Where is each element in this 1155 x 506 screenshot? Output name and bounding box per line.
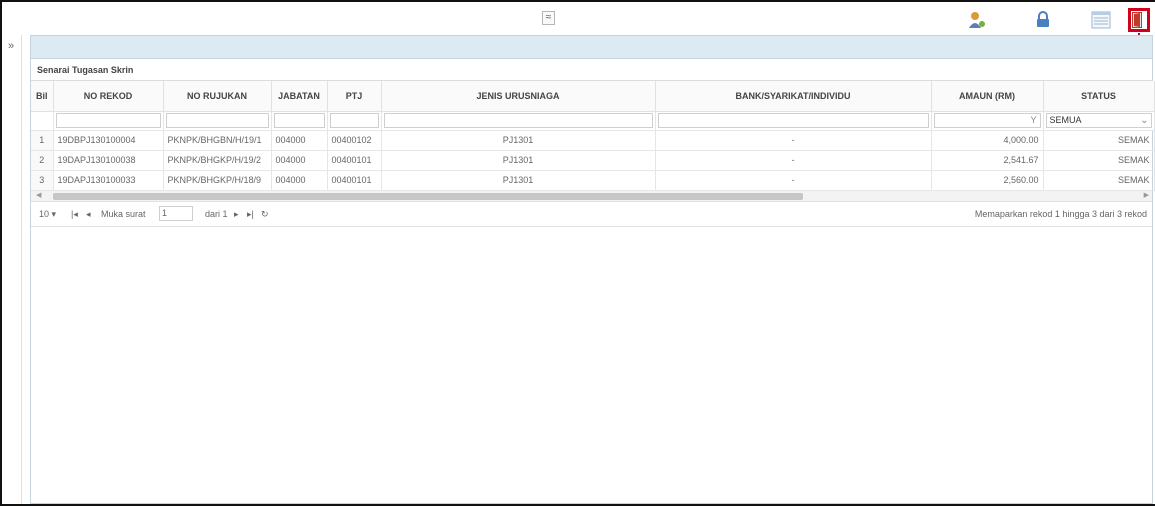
cell-ptj: 00400102 <box>327 130 382 151</box>
filter-cell-bil <box>31 111 54 131</box>
last-page-icon[interactable]: ▸| <box>247 209 254 220</box>
cell-jenis-urusniaga: PJ1301 <box>381 170 656 191</box>
pagination-bar: 10 ▾ |◂ ◂ Muka surat 1 dari 1 ▸ ▸| ↻ Mem… <box>31 202 1152 227</box>
cell-amaun: 2,541.67 <box>931 150 1044 171</box>
cell-status: SEMAK <box>1043 130 1155 151</box>
column-header-amaun[interactable]: AMAUN (RM) <box>931 81 1044 112</box>
record-count-info: Memaparkan rekod 1 hingga 3 dari 3 rekod <box>974 208 1147 219</box>
cell-jenis-urusniaga: PJ1301 <box>381 150 656 171</box>
filter-ptj[interactable] <box>327 111 382 131</box>
cell-bank: - <box>655 150 932 171</box>
cell-amaun: 4,000.00 <box>931 130 1044 151</box>
column-header-jenis-urusniaga[interactable]: JENIS URUSNIAGA <box>381 81 656 112</box>
status-filter-value: SEMUA <box>1049 115 1082 125</box>
column-header-no-rujukan[interactable]: NO RUJUKAN <box>163 81 272 112</box>
filter-jenis[interactable] <box>381 111 656 131</box>
filter-no-rujukan[interactable] <box>163 111 272 131</box>
next-page-icon[interactable]: ▸ <box>234 209 239 220</box>
column-header-ptj[interactable]: PTJ <box>327 81 382 112</box>
filter-amaun[interactable]: Y <box>931 111 1044 131</box>
filter-bank[interactable] <box>655 111 932 131</box>
page-size-select[interactable]: 10 ▾ <box>39 209 56 220</box>
cell-jabatan: 004000 <box>271 170 328 191</box>
table-row[interactable]: 3 19DAPJ130100033 PKNPK/BHGKP/H/18/9 004… <box>31 170 1155 191</box>
cell-status: SEMAK <box>1043 150 1155 171</box>
scroll-right-icon[interactable]: ▶ <box>1144 191 1149 199</box>
cell-no-rekod: 19DBPJ130100004 <box>53 130 164 151</box>
first-page-icon[interactable]: |◂ <box>71 209 78 220</box>
refresh-icon[interactable]: ↻ <box>261 209 269 220</box>
cell-ptj: 00400101 <box>327 170 382 191</box>
cell-bil: 2 <box>31 150 54 171</box>
user-icon[interactable] <box>967 10 987 30</box>
cell-bil: 3 <box>31 170 54 191</box>
table-row[interactable]: 2 19DAPJ130100038 PKNPK/BHGKP/H/19/2 004… <box>31 150 1155 171</box>
filter-status-select[interactable]: SEMUA ⌄ <box>1043 111 1155 131</box>
task-grid: Bil NO REKOD NO RUJUKAN JABATAN PTJ JENI… <box>31 81 1155 191</box>
cell-amaun: 2,560.00 <box>931 170 1044 191</box>
cell-jabatan: 004000 <box>271 150 328 171</box>
filter-icon[interactable]: Y <box>1030 114 1036 127</box>
cell-no-rujukan: PKNPK/BHGKP/H/19/2 <box>163 150 272 171</box>
column-header-no-rekod[interactable]: NO REKOD <box>53 81 164 112</box>
cell-jenis-urusniaga: PJ1301 <box>381 130 656 151</box>
cell-no-rekod: 19DAPJ130100033 <box>53 170 164 191</box>
left-collapsed-sidebar <box>2 35 22 504</box>
cell-no-rujukan: PKNPK/BHGKP/H/18/9 <box>163 170 272 191</box>
cell-no-rujukan: PKNPK/BHGBN/H/19/1 <box>163 130 272 151</box>
table-icon[interactable] <box>1091 10 1111 30</box>
column-header-status[interactable]: STATUS <box>1043 81 1155 112</box>
cell-ptj: 00400101 <box>327 150 382 171</box>
panel-header <box>31 36 1152 59</box>
chevron-down-icon[interactable]: ⌄ <box>1140 114 1148 127</box>
cell-no-rekod: 19DAPJ130100038 <box>53 150 164 171</box>
lock-icon[interactable] <box>1033 10 1053 30</box>
table-row[interactable]: 1 19DBPJ130100004 PKNPK/BHGBN/H/19/1 004… <box>31 130 1155 151</box>
top-toolbar: ≈ <box>2 2 1153 35</box>
scrollbar-thumb[interactable] <box>53 192 803 200</box>
column-header-bil[interactable]: Bil <box>31 81 54 112</box>
prev-page-icon[interactable]: ◂ <box>86 209 91 220</box>
expand-sidebar-button[interactable]: » <box>8 40 14 52</box>
main-panel: Senarai Tugasan Skrin Bil NO REKOD NO RU… <box>30 35 1155 504</box>
page-label: Muka surat <box>101 208 146 219</box>
cell-bil: 1 <box>31 130 54 151</box>
cell-bank: - <box>655 170 932 191</box>
grid-title: Senarai Tugasan Skrin <box>31 59 1152 81</box>
cell-jabatan: 004000 <box>271 130 328 151</box>
cell-bank: - <box>655 130 932 151</box>
column-header-jabatan[interactable]: JABATAN <box>271 81 328 112</box>
exit-icon[interactable] <box>1128 8 1150 32</box>
cell-status: SEMAK <box>1043 170 1155 191</box>
horizontal-scrollbar[interactable]: ◀ ▶ <box>31 190 1152 202</box>
filter-jabatan[interactable] <box>271 111 328 131</box>
filter-no-rekod[interactable] <box>53 111 164 131</box>
page-of-label: dari 1 <box>205 208 228 219</box>
collapse-up-button[interactable]: ≈ <box>542 11 555 25</box>
column-header-bank[interactable]: BANK/SYARIKAT/INDIVIDU <box>655 81 932 112</box>
page-number-input[interactable]: 1 <box>159 205 193 221</box>
scroll-left-icon[interactable]: ◀ <box>36 191 41 199</box>
